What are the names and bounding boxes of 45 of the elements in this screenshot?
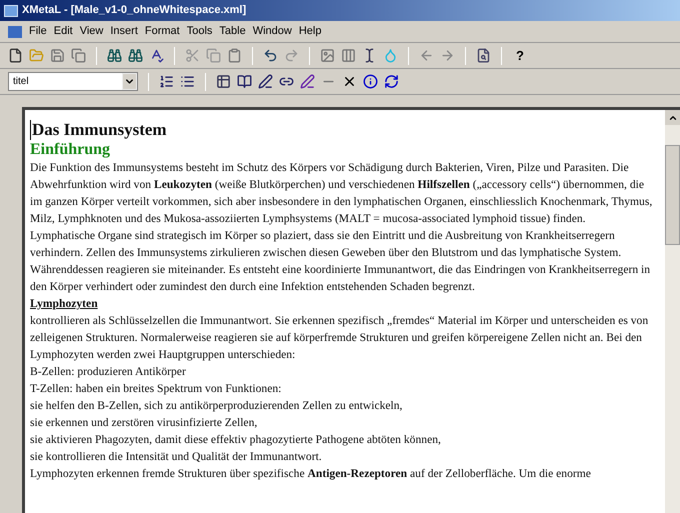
paragraph: kontrollieren als Schlüsselzellen die Immunantwort. Sie erkennen spezifisch „fremdes“ Material im Körper und unterscheiden es von zelleigenen Strukturen. Normalerweise reagieren sie auf körperfremde Strukturen und greifen körpereigene Zellen nicht an. Bei den Lymphozyten werden zwei Hauptgruppen unterschieden:	[30, 313, 650, 363]
menu-item[interactable]: Window	[252, 23, 292, 40]
menu-item[interactable]: Insert	[110, 23, 138, 40]
refresh-icon[interactable]	[384, 74, 399, 89]
style-dropdown[interactable]: titel	[8, 72, 138, 91]
subsection-heading: Lymphozyten	[30, 296, 99, 312]
bullet-list-icon[interactable]	[180, 74, 195, 89]
paragraph: T-Zellen: haben ein breites Spektrum von Funktionen:	[30, 381, 282, 397]
image-icon[interactable]	[320, 48, 335, 63]
paste-icon[interactable]	[227, 48, 242, 63]
scrollbar[interactable]	[665, 110, 680, 513]
binoculars-icon[interactable]	[128, 48, 143, 63]
edit-icon[interactable]	[258, 74, 273, 89]
scroll-thumb[interactable]	[665, 145, 680, 245]
undo-icon[interactable]	[263, 48, 278, 63]
paragraph: Lymphozyten erkennen fremde Strukturen über spezifische Antigen-Rezeptoren auf der Zelloberfläche. Um die enorme	[30, 466, 592, 482]
edit-icon[interactable]	[300, 74, 315, 89]
menu-item[interactable]: Format	[144, 23, 180, 40]
window-title: XMetaL - [Male_v1-0_ohneWhitespace.xml]	[22, 3, 246, 18]
paragraph: sie aktivieren Phagozyten, damit diese effektiv phagozytierte Pathogene abtöten können,	[30, 432, 442, 448]
book-icon[interactable]	[237, 74, 252, 89]
document-title: Das Immunsystem	[30, 120, 659, 140]
page-icon[interactable]	[476, 48, 491, 63]
table-icon[interactable]	[216, 74, 231, 89]
save-icon[interactable]	[50, 48, 65, 63]
menu-item[interactable]: Table	[219, 23, 246, 40]
paragraph: sie kontrollieren die Intensität und Qualität der Immunantwort.	[30, 449, 323, 465]
section-heading: Einführung	[30, 140, 112, 159]
delete-icon[interactable]	[342, 74, 357, 89]
binoculars-icon[interactable]	[107, 48, 122, 63]
paragraph: Die Funktion des Immunsystems besteht im Schutz des Körpers vor Schädigung durch Bakterien, Viren, Pilze und Parasiten. Die Abwehrfunktion wird von Leukozyten (weiße Blutkörperchen) und verschiedenen Hilfszellen („accessory cells“) übernommen, die im ganzen Körper verteilt vorkommen, sich aber insbesondere in den lymphatischen Organen, einschliesslich Knochenmark, Thymus, Milz, Lymphknoten und des Mukosa-assoziierten Lymphsystems (MALT = mucosa-associated lymphoid tissue) finden.	[30, 160, 654, 227]
new-file-icon[interactable]	[8, 48, 23, 63]
menu-item[interactable]: View	[80, 23, 104, 40]
menu-item[interactable]: Tools	[186, 23, 212, 40]
numbered-list-icon[interactable]	[159, 74, 174, 89]
paragraph: sie erkennen und zerstören virusinfizierte Zellen,	[30, 415, 258, 431]
info-icon[interactable]	[363, 74, 378, 89]
menu-item[interactable]: File	[29, 23, 47, 40]
paragraph: B-Zellen: produzieren Antikörper	[30, 364, 187, 380]
paragraph: sie helfen den B-Zellen, sich zu antikörperproduzierenden Zellen zu entwickeln,	[30, 398, 404, 414]
paragraph: Lymphatische Organe sind strategisch im Körper so plaziert, dass sie den Eintritt und die Ausbreitung von Krankheitserregern verhindern. Zellen des Immunsystems zirkulieren zwischen diesen Geweben über den Blutstrom und das lymphatische System. Währenddessen reagieren sie miteinander. Es entsteht eine koordinierte Immunantwort, die das Eindringen von Krankheitserregern in den Körper verhindert oder zumindest den durch eine Infektion entstehenden Schaden begrenzt.	[30, 228, 652, 295]
menu-item[interactable]: Edit	[54, 23, 73, 40]
help-button[interactable]: ?	[512, 46, 528, 66]
spellcheck-icon[interactable]	[149, 48, 164, 63]
menu-item[interactable]: Help	[298, 23, 322, 40]
